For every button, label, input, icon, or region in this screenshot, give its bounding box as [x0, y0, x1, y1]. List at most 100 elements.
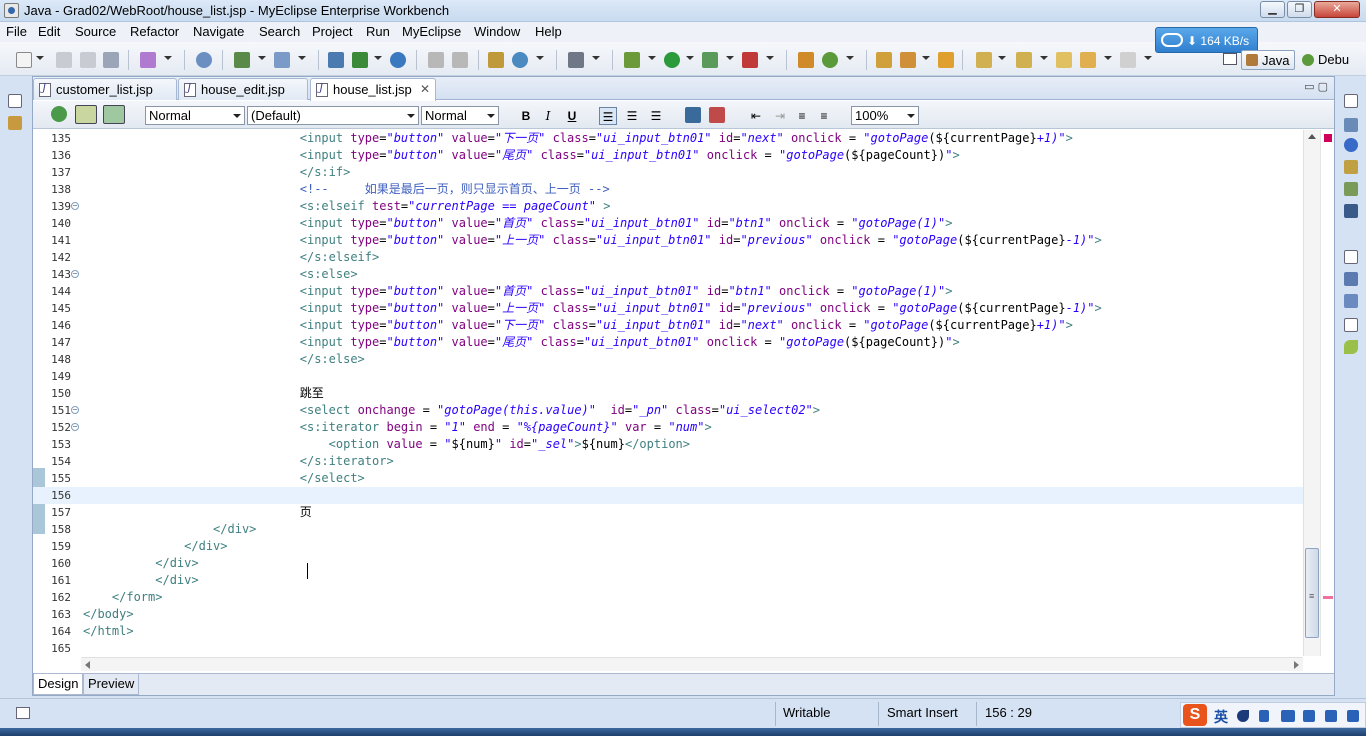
external-tools-dropdown-arrow-icon[interactable] [766, 56, 774, 60]
numbered-list-button[interactable]: ≡ [793, 107, 811, 125]
servers-icon[interactable] [274, 52, 290, 68]
background-color-icon[interactable] [685, 107, 701, 123]
code-line[interactable]: 143− <s:else> [33, 266, 1303, 283]
code-line[interactable]: 160 </div> [33, 555, 1303, 572]
bold-button[interactable]: B [517, 107, 535, 125]
code-line[interactable]: 151− <select onchange = "gotoPage(this.v… [33, 402, 1303, 419]
code-line[interactable]: 135 <input type="button" value="下一页" cla… [33, 130, 1303, 147]
menu-file[interactable]: File [6, 24, 27, 39]
underline-button[interactable]: U [563, 107, 581, 125]
previous-annotation-icon[interactable] [1016, 52, 1032, 68]
forward-icon[interactable] [1120, 52, 1136, 68]
code-line[interactable]: 144 <input type="button" value="首页" clas… [33, 283, 1303, 300]
code-line[interactable]: 136 <input type="button" value="尾页" clas… [33, 147, 1303, 164]
punctuation-icon[interactable] [1259, 710, 1269, 722]
tab-design[interactable]: Design [33, 674, 84, 695]
menu-search[interactable]: Search [259, 24, 300, 39]
code-line[interactable]: 142 </s:elseif> [33, 249, 1303, 266]
run-server-dropdown-arrow-icon[interactable] [374, 56, 382, 60]
server-icon[interactable] [196, 52, 212, 68]
code-line[interactable]: 149 [33, 368, 1303, 385]
next-annotation-dropdown-arrow-icon[interactable] [998, 56, 1006, 60]
source-code-area[interactable]: 135 <input type="button" value="下一页" cla… [33, 130, 1334, 656]
restore-view-icon[interactable] [8, 94, 22, 108]
run-icon[interactable] [664, 52, 680, 68]
code-line[interactable]: 148 </s:else> [33, 351, 1303, 368]
deploy-icon[interactable] [234, 52, 250, 68]
sync-icon[interactable] [51, 106, 67, 122]
maximize-button[interactable]: ❐ [1287, 1, 1312, 18]
tab-house-edit[interactable]: house_edit.jsp [178, 78, 308, 100]
upload-icon[interactable] [428, 52, 444, 68]
new-web-project-icon[interactable] [488, 52, 504, 68]
camera-dropdown-arrow-icon[interactable] [592, 56, 600, 60]
run-config-icon[interactable] [702, 52, 718, 68]
code-line[interactable]: 145 <input type="button" value="上一页" cla… [33, 300, 1303, 317]
menu-myeclipse[interactable]: MyEclipse [402, 24, 461, 39]
keyboard-icon[interactable] [1281, 710, 1295, 722]
menu-refactor[interactable]: Refactor [130, 24, 179, 39]
font-select[interactable]: (Default) [247, 106, 419, 125]
new-icon[interactable] [16, 52, 32, 68]
close-button[interactable]: ✕ [1314, 1, 1360, 18]
outline-icon[interactable] [1344, 118, 1358, 132]
declaration-icon[interactable] [1344, 160, 1358, 174]
code-line[interactable]: 155 </select> [33, 470, 1303, 487]
minimize-maximize-icon[interactable]: ▭ ▢ [1304, 80, 1328, 93]
print-icon[interactable] [103, 52, 119, 68]
italic-button[interactable]: I [539, 107, 557, 125]
servers-dropdown-arrow-icon[interactable] [298, 56, 306, 60]
align-right-button[interactable]: ☰ [647, 107, 665, 125]
fold-toggle-icon[interactable]: − [71, 423, 79, 431]
fold-toggle-icon[interactable]: − [71, 270, 79, 278]
user-icon[interactable] [1303, 710, 1315, 722]
deploy-dropdown-arrow-icon[interactable] [258, 56, 266, 60]
menu-run[interactable]: Run [366, 24, 390, 39]
code-line[interactable]: 165 [33, 640, 1303, 656]
tasks-icon[interactable] [1344, 272, 1358, 286]
database-icon[interactable] [328, 52, 344, 68]
fast-view-icon[interactable] [16, 707, 30, 719]
new-dropdown-arrow-icon[interactable] [36, 56, 44, 60]
scroll-up-icon[interactable] [1308, 134, 1316, 139]
menu-window[interactable]: Window [474, 24, 520, 39]
split-vertical-icon[interactable] [103, 105, 125, 124]
horizontal-scrollbar[interactable] [81, 657, 1303, 671]
settings-icon[interactable] [1347, 710, 1359, 722]
open-task-dropdown-arrow-icon[interactable] [922, 56, 930, 60]
browser-icon[interactable] [390, 52, 406, 68]
close-tab-icon[interactable]: ✕ [420, 82, 430, 96]
minimize-button[interactable]: ▁ [1260, 1, 1285, 18]
new-package-dropdown-arrow-icon[interactable] [846, 56, 854, 60]
font-size-select[interactable]: Normal [421, 106, 499, 125]
outdent-button[interactable]: ⇤ [747, 107, 765, 125]
moon-icon[interactable] [1237, 710, 1249, 722]
tab-house-list[interactable]: house_list.jsp ✕ [310, 78, 436, 101]
back-icon[interactable] [1080, 52, 1096, 68]
save-all-icon[interactable] [80, 52, 96, 68]
debug-dropdown-arrow-icon[interactable] [648, 56, 656, 60]
code-line[interactable]: 147 <input type="button" value="尾页" clas… [33, 334, 1303, 351]
code-line[interactable]: 158 </div> [33, 521, 1303, 538]
code-line[interactable]: 139− <s:elseif test="currentPage == page… [33, 198, 1303, 215]
new-class-icon[interactable] [798, 52, 814, 68]
code-line[interactable]: 156 [33, 487, 1303, 504]
fold-toggle-icon[interactable]: − [71, 202, 79, 210]
open-perspective-icon[interactable] [1223, 53, 1237, 65]
scrollbar-thumb[interactable]: ≡ [1305, 548, 1319, 638]
code-line[interactable]: 154 </s:iterator> [33, 453, 1303, 470]
restore-view-icon[interactable] [1344, 250, 1358, 264]
error-marker-icon[interactable] [1324, 134, 1332, 142]
web-services-dropdown-arrow-icon[interactable] [536, 56, 544, 60]
align-left-button[interactable]: ☰ [599, 107, 617, 125]
code-line[interactable]: 161 </div> [33, 572, 1303, 589]
menu-help[interactable]: Help [535, 24, 562, 39]
zoom-select[interactable]: 100% [851, 106, 919, 125]
run-server-icon[interactable] [352, 52, 368, 68]
scroll-right-icon[interactable] [1294, 661, 1299, 669]
perspective-java[interactable]: Java [1241, 50, 1295, 70]
code-line[interactable]: 137 </s:if> [33, 164, 1303, 181]
console-icon[interactable] [1344, 204, 1358, 218]
package-explorer-icon[interactable] [8, 116, 22, 130]
menu-project[interactable]: Project [312, 24, 352, 39]
